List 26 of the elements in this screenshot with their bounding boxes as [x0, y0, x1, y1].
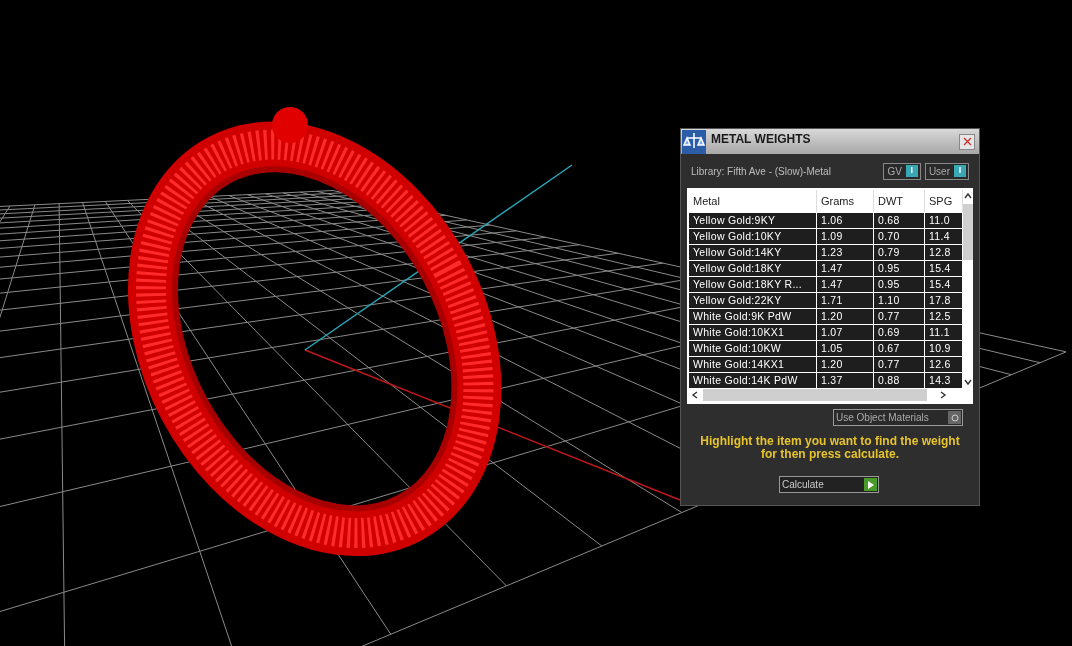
vertical-scrollbar[interactable]: [963, 190, 973, 388]
toggle-button[interactable]: User I: [924, 162, 969, 180]
play-icon: [867, 480, 874, 489]
library-label: Library: Fifth Ave - (Slow)-Metal: [691, 164, 832, 179]
table-row[interactable]: Yellow Gold:10KY 1.09 0.70 11.4: [689, 228, 963, 244]
close-button[interactable]: [959, 133, 975, 150]
instruction-message: Highlight the item you want to find the weight for then press calculate.: [699, 435, 961, 461]
table-row[interactable]: Yellow Gold:14KY 1.23 0.79 12.8: [689, 244, 963, 260]
scrollbar-thumb[interactable]: [703, 389, 927, 401]
circle-icon: [950, 413, 959, 422]
table-row[interactable]: White Gold:14KX1 1.20 0.77 12.6: [689, 356, 963, 372]
table-row[interactable]: White Gold:10KW 1.05 0.67 10.9: [689, 340, 963, 356]
table-row[interactable]: White Gold:9K PdW 1.20 0.77 12.5: [689, 308, 963, 324]
toggle-button[interactable]: GV I: [883, 162, 921, 180]
calculate-button[interactable]: Calculate: [779, 476, 879, 493]
table-row[interactable]: Yellow Gold:18KY R... 1.47 0.95 15.4: [689, 276, 963, 292]
use-object-materials-toggle[interactable]: Use Object Materials: [833, 409, 963, 426]
table-row[interactable]: White Gold:10KX1 1.07 0.69 11.1: [689, 324, 963, 340]
scale-icon: [682, 129, 706, 154]
table-row[interactable]: Yellow Gold:9KY 1.06 0.68 11.0: [689, 212, 963, 228]
scrollbar-thumb[interactable]: [963, 204, 973, 260]
table-row[interactable]: Yellow Gold:18KY 1.47 0.95 15.4: [689, 260, 963, 276]
table-row[interactable]: Yellow Gold:22KY 1.71 1.10 17.8: [689, 292, 963, 308]
close-icon: [962, 137, 972, 146]
table-row[interactable]: White Gold:14K PdW 1.37 0.88 14.3: [689, 372, 963, 388]
panel-title: METAL WEIGHTS: [711, 131, 812, 148]
